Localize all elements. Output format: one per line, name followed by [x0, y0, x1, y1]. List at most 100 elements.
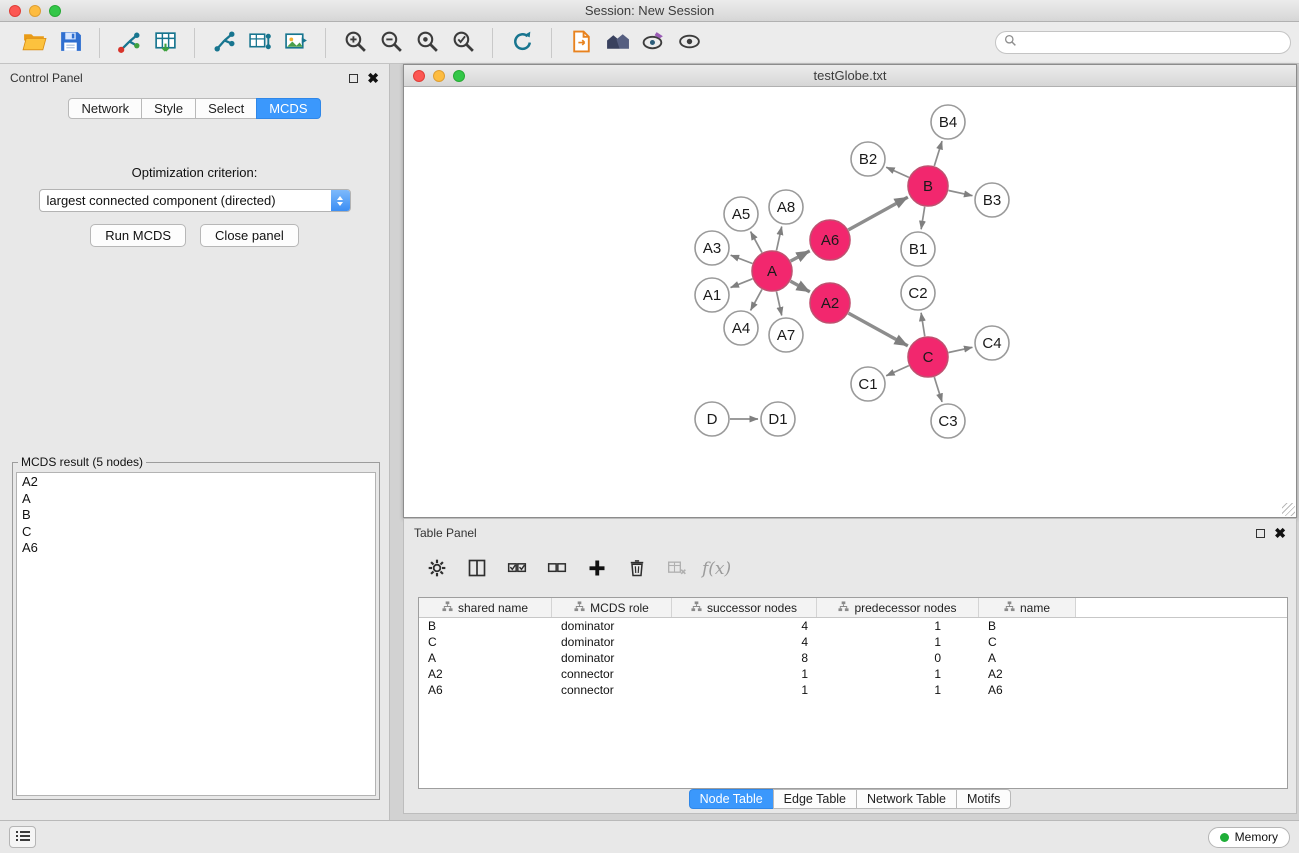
column-header-predecessor-nodes[interactable]: predecessor nodes — [817, 598, 979, 617]
edge-C-C4[interactable] — [949, 347, 973, 352]
node-B1[interactable]: B1 — [901, 232, 935, 266]
export-image-button[interactable] — [278, 26, 314, 60]
column-header-shared-name[interactable]: shared name — [419, 598, 552, 617]
column-header-mcds-role[interactable]: MCDS role — [552, 598, 672, 617]
edge-A2-C[interactable] — [848, 313, 907, 346]
edge-B-B3[interactable] — [949, 190, 973, 195]
edge-C-C3[interactable] — [934, 377, 942, 402]
select-all-button[interactable] — [502, 555, 532, 583]
open-session-button[interactable] — [16, 26, 52, 60]
delete-rows-button[interactable] — [622, 555, 652, 583]
float-table-panel-icon[interactable] — [1256, 529, 1265, 538]
close-traffic-light[interactable] — [9, 5, 21, 17]
network-close-traffic-light[interactable] — [413, 70, 425, 82]
result-item[interactable]: A — [22, 491, 375, 508]
deselect-all-button[interactable] — [542, 555, 572, 583]
float-panel-icon[interactable] — [349, 74, 358, 83]
table-tab-edge-table[interactable]: Edge Table — [773, 789, 857, 809]
result-item[interactable]: A2 — [22, 474, 375, 491]
table-tab-motifs[interactable]: Motifs — [956, 789, 1011, 809]
refresh-button[interactable] — [504, 26, 540, 60]
run-mcds-button[interactable]: Run MCDS — [90, 224, 186, 247]
result-item[interactable]: C — [22, 524, 375, 541]
table-row[interactable]: Adominator80A — [419, 650, 1287, 666]
node-C2[interactable]: C2 — [901, 276, 935, 310]
table-row[interactable]: A6connector11A6 — [419, 682, 1287, 698]
edge-A-A7[interactable] — [776, 292, 781, 316]
open-document-button[interactable] — [563, 26, 599, 60]
zoom-fit-button[interactable] — [409, 26, 445, 60]
table-row[interactable]: Bdominator41B — [419, 618, 1287, 634]
edge-C-C1[interactable] — [886, 366, 909, 376]
node-B[interactable]: B — [908, 166, 948, 206]
zoom-in-button[interactable] — [337, 26, 373, 60]
search-input[interactable] — [1022, 36, 1282, 50]
table-settings-button[interactable] — [422, 555, 452, 583]
node-A[interactable]: A — [752, 251, 792, 291]
node-A1[interactable]: A1 — [695, 278, 729, 312]
task-history-button[interactable] — [9, 826, 36, 848]
node-B3[interactable]: B3 — [975, 183, 1009, 217]
style-preview-button[interactable] — [635, 26, 671, 60]
node-D[interactable]: D — [695, 402, 729, 436]
edge-A-A1[interactable] — [731, 279, 753, 288]
tab-style[interactable]: Style — [141, 98, 196, 119]
import-table-button[interactable] — [147, 26, 183, 60]
show-columns-button[interactable] — [462, 555, 492, 583]
close-table-panel-icon[interactable]: ✖ — [1274, 528, 1286, 538]
edge-B-B4[interactable] — [934, 141, 942, 166]
mcds-result-list[interactable]: A2ABCA6 — [16, 472, 376, 796]
edge-A-A8[interactable] — [776, 227, 781, 251]
table-row[interactable]: A2connector11A2 — [419, 666, 1287, 682]
node-A6[interactable]: A6 — [810, 220, 850, 260]
edge-A6-B[interactable] — [848, 197, 907, 230]
node-C4[interactable]: C4 — [975, 326, 1009, 360]
import-network-button[interactable] — [111, 26, 147, 60]
node-C[interactable]: C — [908, 337, 948, 377]
minimize-traffic-light[interactable] — [29, 5, 41, 17]
close-panel-icon[interactable]: ✖ — [367, 73, 379, 83]
edge-A-A5[interactable] — [751, 232, 762, 253]
edge-A-A2[interactable] — [790, 281, 809, 292]
edge-C-C2[interactable] — [921, 313, 925, 336]
node-A5[interactable]: A5 — [724, 197, 758, 231]
zoom-selected-button[interactable] — [445, 26, 481, 60]
node-C3[interactable]: C3 — [931, 404, 965, 438]
result-item[interactable]: A6 — [22, 540, 375, 557]
table-tab-network-table[interactable]: Network Table — [856, 789, 957, 809]
network-minimize-traffic-light[interactable] — [433, 70, 445, 82]
node-C1[interactable]: C1 — [851, 367, 885, 401]
node-A3[interactable]: A3 — [695, 231, 729, 265]
resize-grip[interactable] — [1282, 503, 1295, 516]
save-session-button[interactable] — [52, 26, 88, 60]
edge-B-B1[interactable] — [921, 207, 925, 230]
node-B2[interactable]: B2 — [851, 142, 885, 176]
node-B4[interactable]: B4 — [931, 105, 965, 139]
show-hide-graphics-button[interactable] — [671, 26, 707, 60]
home-button[interactable] — [599, 26, 635, 60]
node-D1[interactable]: D1 — [761, 402, 795, 436]
node-A8[interactable]: A8 — [769, 190, 803, 224]
network-zoom-traffic-light[interactable] — [453, 70, 465, 82]
network-canvas[interactable]: B4B2BB3A5A8A6B1A3AC2A1A2A4A7C4CC1DD1C3 — [404, 87, 1296, 517]
edge-A-A3[interactable] — [731, 255, 753, 263]
tab-network[interactable]: Network — [68, 98, 142, 119]
close-panel-button[interactable]: Close panel — [200, 224, 299, 247]
network-from-table-button[interactable] — [242, 26, 278, 60]
table-row[interactable]: Cdominator41C — [419, 634, 1287, 650]
tab-select[interactable]: Select — [195, 98, 257, 119]
edge-B-B2[interactable] — [886, 167, 909, 177]
memory-button[interactable]: Memory — [1208, 827, 1290, 848]
column-header-name[interactable]: name — [979, 598, 1076, 617]
edge-A-A6[interactable] — [791, 251, 810, 261]
zoom-out-button[interactable] — [373, 26, 409, 60]
edge-A-A4[interactable] — [751, 289, 762, 310]
table-tab-node-table[interactable]: Node Table — [689, 789, 774, 809]
node-A2[interactable]: A2 — [810, 283, 850, 323]
column-header-successor-nodes[interactable]: successor nodes — [672, 598, 817, 617]
tab-mcds[interactable]: MCDS — [256, 98, 320, 119]
new-network-button[interactable] — [206, 26, 242, 60]
zoom-traffic-light[interactable] — [49, 5, 61, 17]
add-row-button[interactable] — [582, 555, 612, 583]
node-A7[interactable]: A7 — [769, 318, 803, 352]
